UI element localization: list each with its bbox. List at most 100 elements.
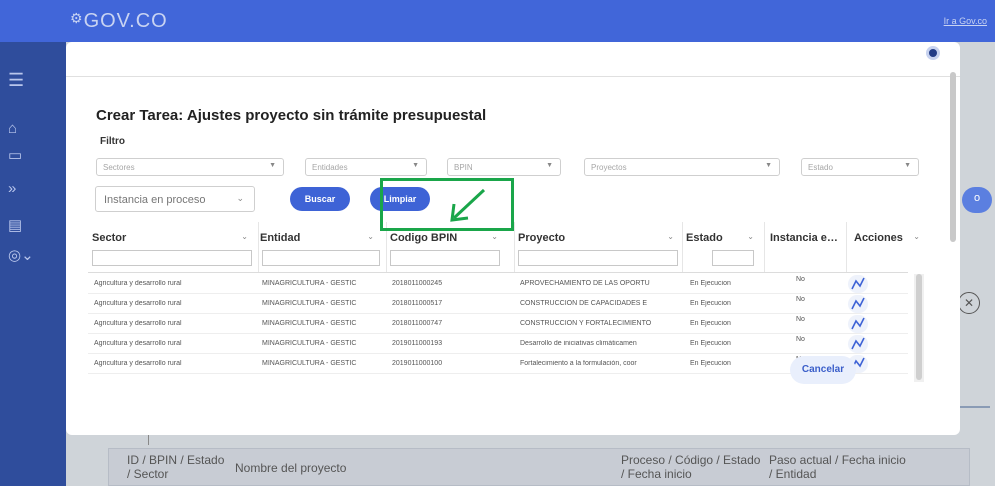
chevron-down-icon: ▼ <box>269 162 276 169</box>
chevron-down-icon: ▼ <box>546 162 553 169</box>
instance-select[interactable]: Instancia en proceso ⌄ <box>95 186 255 212</box>
header-divider <box>88 272 908 273</box>
estado-filter-input[interactable] <box>712 250 754 266</box>
estado-select[interactable]: Estado ▼ <box>801 158 919 176</box>
chevron-down-icon: ⌄ <box>367 232 374 241</box>
background-table-header: ID / BPIN / Estado / Sector Nombre del p… <box>108 448 970 486</box>
table-row[interactable]: Agricultura y desarrollo rural MINAGRICU… <box>88 334 908 354</box>
chevron-down-icon: ⌄ <box>241 232 248 241</box>
chevron-down-icon: ▼ <box>412 162 419 169</box>
trend-icon[interactable] <box>848 275 868 293</box>
trend-icon[interactable] <box>848 295 868 313</box>
bg-col-nombre: Nombre del proyecto <box>235 461 347 475</box>
cell-entidad: MINAGRICULTURA - GESTIC <box>262 280 357 287</box>
chevron-down-icon: ▼ <box>765 162 772 169</box>
close-modal-button[interactable] <box>926 46 940 60</box>
trend-icon[interactable] <box>848 315 868 333</box>
cell-bpin: 2018011000747 <box>392 320 443 327</box>
cell-estado: En Ejecucion <box>690 360 731 367</box>
monitor-icon[interactable]: ▭ <box>8 146 22 164</box>
col-acciones[interactable]: Acciones ⌄ <box>854 222 924 250</box>
col-instancia[interactable]: Instancia e… <box>770 222 840 250</box>
cell-estado: En Ejecucion <box>690 320 731 327</box>
column-divider <box>682 222 683 272</box>
document-icon[interactable]: ▤ <box>8 216 22 234</box>
table-row[interactable]: Agricultura y desarrollo rural MINAGRICU… <box>88 314 908 334</box>
entidad-filter-input[interactable] <box>262 250 380 266</box>
chevron-down-icon: ⌄ <box>667 232 674 241</box>
top-bar: ⚙GOV.CO Ir a Gov.co <box>0 0 995 42</box>
bpin-filter-input[interactable] <box>390 250 500 266</box>
col-codigo-bpin[interactable]: Codigo BPIN ⌄ <box>390 222 502 250</box>
cell-bpin: 2018011000245 <box>392 280 443 287</box>
cell-instancia: No <box>796 316 805 323</box>
projects-grid: Sector ⌄ Entidad ⌄ Codigo BPIN ⌄ Proyecto ⌄ … <box>88 222 930 422</box>
tasks-icon[interactable]: » <box>8 180 16 197</box>
bg-col-id: ID / BPIN / Estado / Sector <box>127 453 225 481</box>
bg-col-paso: Paso actual / Fecha inicio / Entidad <box>769 453 906 481</box>
entidades-select[interactable]: Entidades ▼ <box>305 158 427 176</box>
col-sector[interactable]: Sector ⌄ <box>92 222 252 250</box>
cell-proyecto: APROVECHAMIENTO DE LAS OPORTU <box>520 280 650 287</box>
table-row[interactable]: Agricultura y desarrollo rural MINAGRICU… <box>88 294 908 314</box>
column-divider <box>258 222 259 272</box>
cell-estado: En Ejecucion <box>690 300 731 307</box>
grid-rows: Agricultura y desarrollo rural MINAGRICU… <box>88 274 908 374</box>
col-estado[interactable]: Estado ⌄ <box>686 222 758 250</box>
filter-label: Filtro <box>100 136 125 147</box>
column-divider <box>764 222 765 272</box>
cell-proyecto: Desarrollo de iniciativas climáticamen <box>520 340 637 347</box>
cell-proyecto: CONSTRUCCIÓN DE CAPACIDADES E <box>520 300 648 307</box>
table-row[interactable]: Agricultura y desarrollo rural MINAGRICU… <box>88 354 908 374</box>
cell-bpin: 2019011000193 <box>392 340 443 347</box>
cancel-button[interactable]: Cancelar <box>790 356 856 384</box>
col-entidad[interactable]: Entidad ⌄ <box>260 222 378 250</box>
cell-bpin: 2019011000100 <box>392 360 443 367</box>
sector-filter-input[interactable] <box>92 250 252 266</box>
table-row[interactable]: Agricultura y desarrollo rural MINAGRICU… <box>88 274 908 294</box>
cell-instancia: No <box>796 296 805 303</box>
menu-icon[interactable]: ☰ <box>8 70 24 91</box>
home-icon[interactable]: ⌂ <box>8 120 17 137</box>
cell-sector: Agricultura y desarrollo rural <box>94 320 182 327</box>
go-to-govco-link[interactable]: Ir a Gov.co <box>944 16 987 26</box>
chevron-down-icon: ⌄ <box>913 232 920 241</box>
cell-entidad: MINAGRICULTURA - GESTIC <box>262 320 357 327</box>
column-divider <box>846 222 847 272</box>
background-button: o <box>962 187 992 213</box>
cell-instancia: No <box>796 336 805 343</box>
column-divider <box>514 222 515 272</box>
modal-scrollbar[interactable] <box>950 72 956 242</box>
cell-proyecto: Fortalecimiento a la formulación, coor <box>520 360 637 367</box>
search-button[interactable]: Buscar <box>290 187 350 211</box>
shield-icon[interactable]: ◎⌄ <box>8 246 34 264</box>
col-proyecto[interactable]: Proyecto ⌄ <box>518 222 678 250</box>
cell-estado: En Ejecucion <box>690 340 731 347</box>
annotation-arrow-icon <box>450 188 486 222</box>
cell-entidad: MINAGRICULTURA - GESTIC <box>262 340 357 347</box>
cell-estado: En Ejecucion <box>690 280 731 287</box>
grid-scrollbar[interactable] <box>914 274 924 382</box>
clear-button[interactable]: Limpiar <box>370 187 430 211</box>
background-close-icon: ✕ <box>958 292 980 314</box>
sectores-select[interactable]: Sectores ▼ <box>96 158 284 176</box>
proyectos-select[interactable]: Proyectos ▼ <box>584 158 780 176</box>
chevron-down-icon: ⌄ <box>747 232 754 241</box>
govco-logo[interactable]: ⚙GOV.CO <box>70 10 168 33</box>
cell-entidad: MINAGRICULTURA - GESTIC <box>262 300 357 307</box>
bg-col-proceso: Proceso / Código / Estado / Fecha inicio <box>621 453 761 481</box>
cell-bpin: 2018011000517 <box>392 300 443 307</box>
cell-sector: Agricultura y desarrollo rural <box>94 300 182 307</box>
modal-title: Crear Tarea: Ajustes proyecto sin trámit… <box>96 107 487 124</box>
cell-instancia: No <box>796 276 805 283</box>
left-sidebar: ☰ ⌂ ▭ » ▤ ◎⌄ <box>0 42 66 486</box>
column-divider <box>386 222 387 272</box>
bpin-select[interactable]: BPIN ▼ <box>447 158 561 176</box>
cell-entidad: MINAGRICULTURA - GESTIC <box>262 360 357 367</box>
proyecto-filter-input[interactable] <box>518 250 678 266</box>
cell-proyecto: CONSTRUCCIÓN Y FORTALECIMIENTO <box>520 320 652 327</box>
chevron-down-icon: ▼ <box>904 162 911 169</box>
cell-sector: Agricultura y desarrollo rural <box>94 360 182 367</box>
trend-icon[interactable] <box>848 335 868 353</box>
cell-sector: Agricultura y desarrollo rural <box>94 340 182 347</box>
